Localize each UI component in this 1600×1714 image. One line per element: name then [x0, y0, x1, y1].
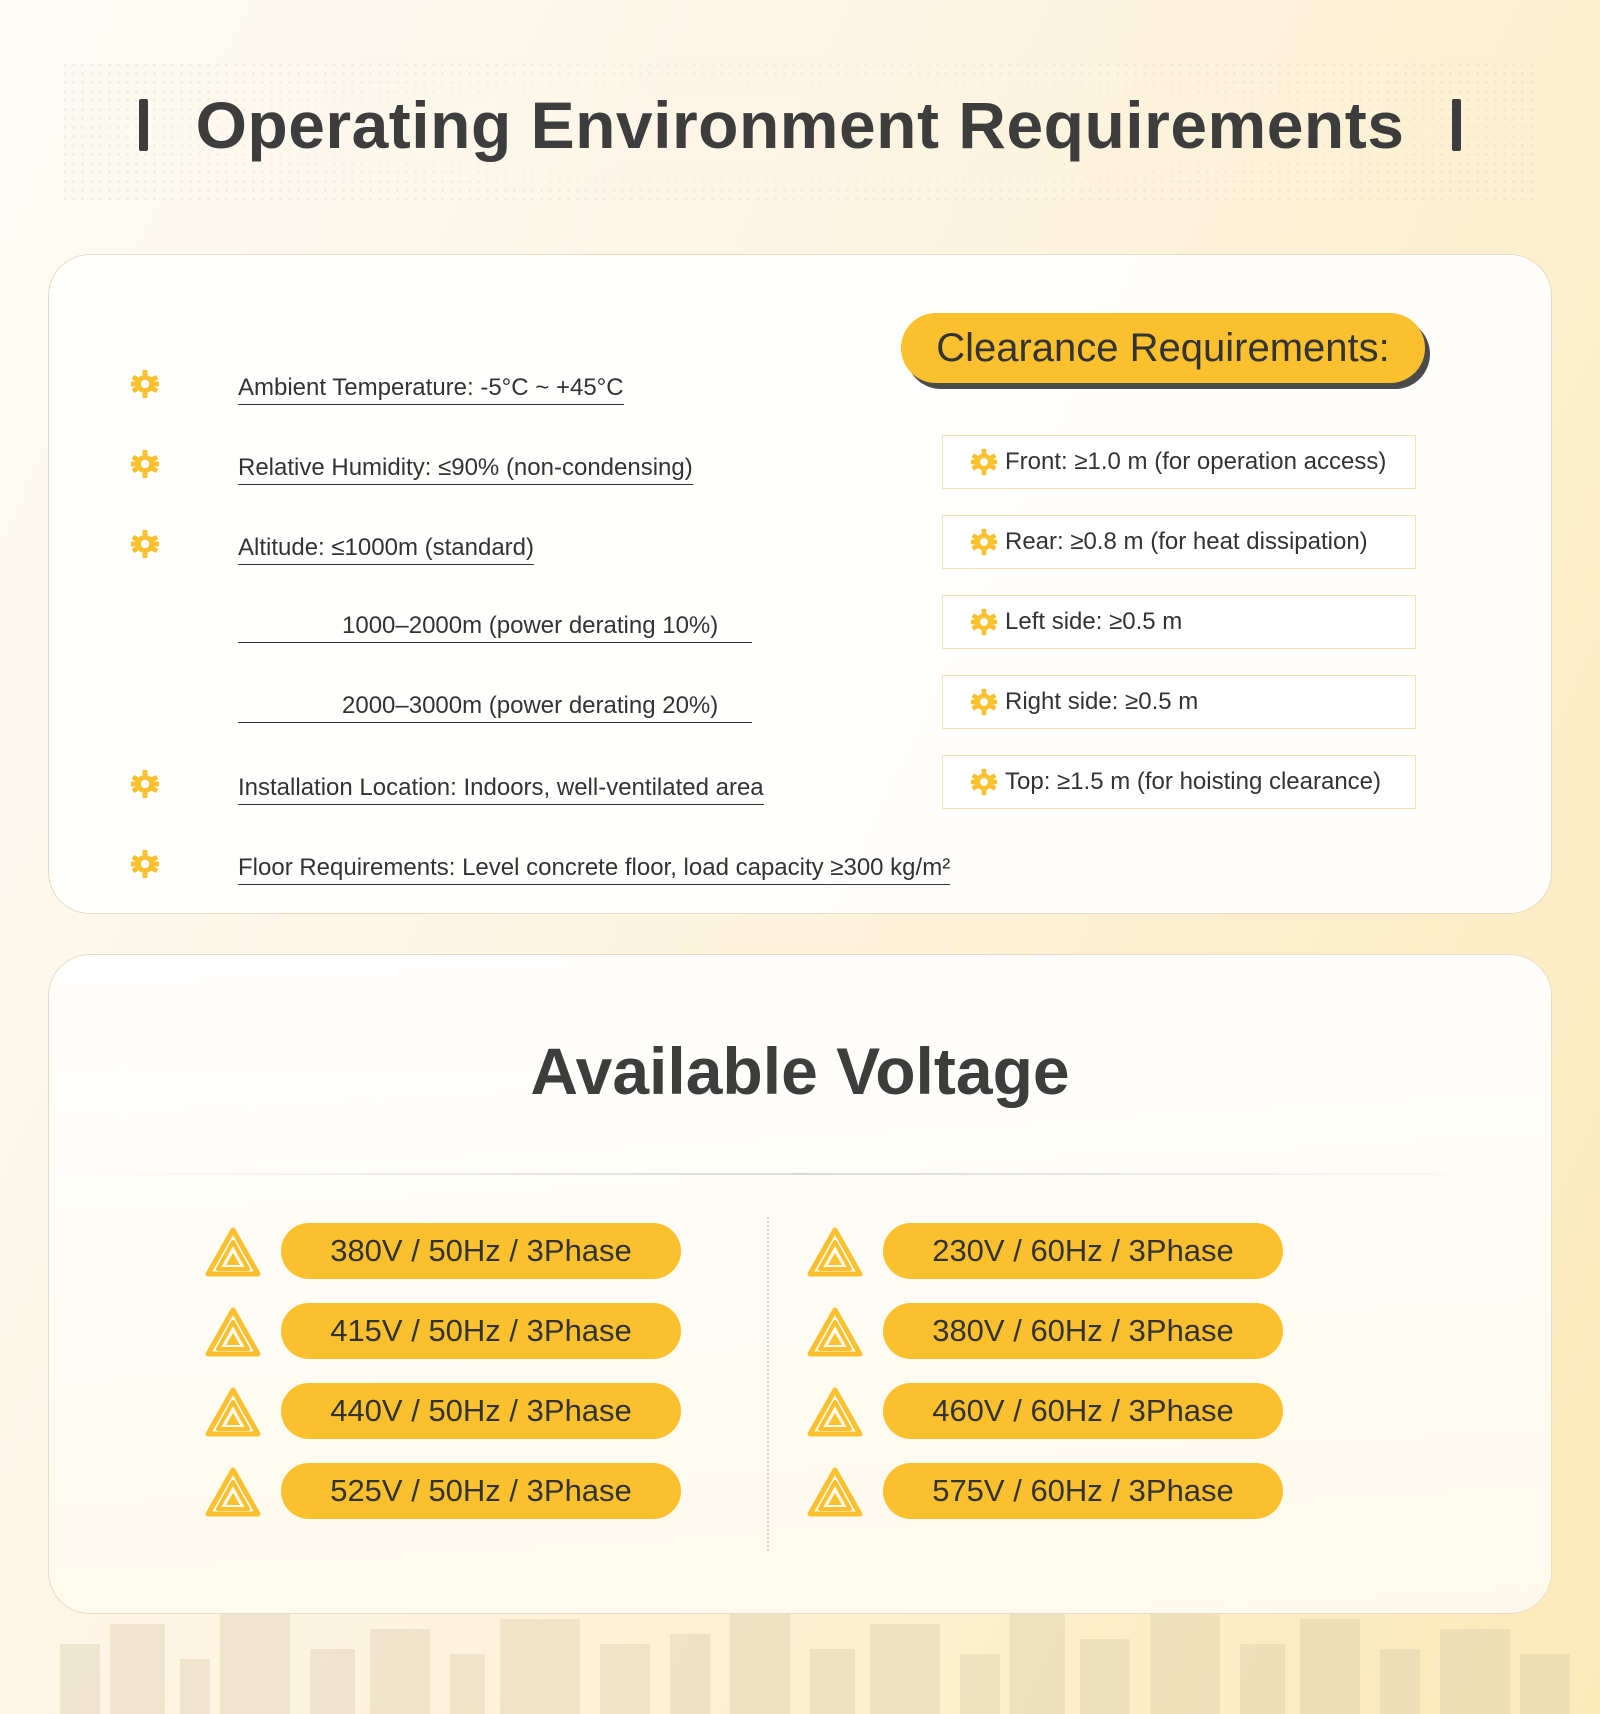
voltage-option: 575V / 60Hz / 3Phase	[883, 1463, 1283, 1519]
env-altitude-sub-2: 2000–3000m (power derating 20%)	[238, 692, 752, 723]
gear-icon	[131, 850, 159, 878]
clearance-text: Right side: ≥0.5 m	[1005, 688, 1199, 715]
clearance-text: Top: ≥1.5 m (for hoisting clearance)	[1005, 768, 1382, 795]
title-bar-right	[1452, 99, 1462, 151]
gear-icon	[970, 768, 998, 796]
clearance-item-front: Front: ≥1.0 m (for operation access)	[942, 435, 1416, 489]
gear-icon	[970, 448, 998, 476]
voltage-card: Available Voltage 380V / 50Hz / 3Phase 4…	[48, 954, 1552, 1614]
voltage-option: 230V / 60Hz / 3Phase	[883, 1223, 1283, 1279]
city-skyline	[60, 1604, 1570, 1714]
title-bar-left	[138, 99, 148, 151]
clearance-title: Clearance Requirements:	[901, 313, 1425, 383]
triangle-logo-icon	[205, 1467, 261, 1517]
voltage-option: 440V / 50Hz / 3Phase	[281, 1383, 681, 1439]
column-divider	[767, 1217, 769, 1551]
voltage-option: 380V / 50Hz / 3Phase	[281, 1223, 681, 1279]
triangle-logo-icon	[807, 1307, 863, 1357]
clearance-text: Front: ≥1.0 m (for operation access)	[1005, 448, 1387, 475]
section-divider	[89, 1173, 1513, 1175]
clearance-item-rear: Rear: ≥0.8 m (for heat dissipation)	[942, 515, 1416, 569]
env-ambient-temperature: Ambient Temperature: -5°C ~ +45°C	[238, 374, 624, 405]
voltage-option: 525V / 50Hz / 3Phase	[281, 1463, 681, 1519]
clearance-item-right: Right side: ≥0.5 m	[942, 675, 1416, 729]
env-floor-requirements: Floor Requirements: Level concrete floor…	[238, 854, 951, 885]
clearance-text: Left side: ≥0.5 m	[1005, 608, 1183, 635]
gear-icon	[970, 528, 998, 556]
env-installation-location: Installation Location: Indoors, well-ven…	[238, 774, 764, 805]
env-relative-humidity: Relative Humidity: ≤90% (non-condensing)	[238, 454, 693, 485]
triangle-logo-icon	[807, 1467, 863, 1517]
gear-icon	[131, 530, 159, 558]
voltage-option: 460V / 60Hz / 3Phase	[883, 1383, 1283, 1439]
page-title: Operating Environment Requirements	[195, 88, 1405, 162]
triangle-logo-icon	[205, 1307, 261, 1357]
voltage-option: 380V / 60Hz / 3Phase	[883, 1303, 1283, 1359]
clearance-text: Rear: ≥0.8 m (for heat dissipation)	[1005, 528, 1368, 555]
triangle-logo-icon	[807, 1387, 863, 1437]
voltage-title: Available Voltage	[530, 1034, 1070, 1108]
gear-icon	[970, 608, 998, 636]
env-altitude-sub-1: 1000–2000m (power derating 10%)	[238, 612, 752, 643]
clearance-item-top: Top: ≥1.5 m (for hoisting clearance)	[942, 755, 1416, 809]
gear-icon	[131, 450, 159, 478]
gear-icon	[131, 770, 159, 798]
environment-card: Ambient Temperature: -5°C ~ +45°C Relati…	[48, 254, 1552, 914]
triangle-logo-icon	[205, 1227, 261, 1277]
clearance-item-left: Left side: ≥0.5 m	[942, 595, 1416, 649]
page-header: Operating Environment Requirements	[0, 80, 1600, 170]
triangle-logo-icon	[205, 1387, 261, 1437]
gear-icon	[970, 688, 998, 716]
triangle-logo-icon	[807, 1227, 863, 1277]
voltage-option: 415V / 50Hz / 3Phase	[281, 1303, 681, 1359]
env-altitude: Altitude: ≤1000m (standard)	[238, 534, 534, 565]
gear-icon	[131, 370, 159, 398]
